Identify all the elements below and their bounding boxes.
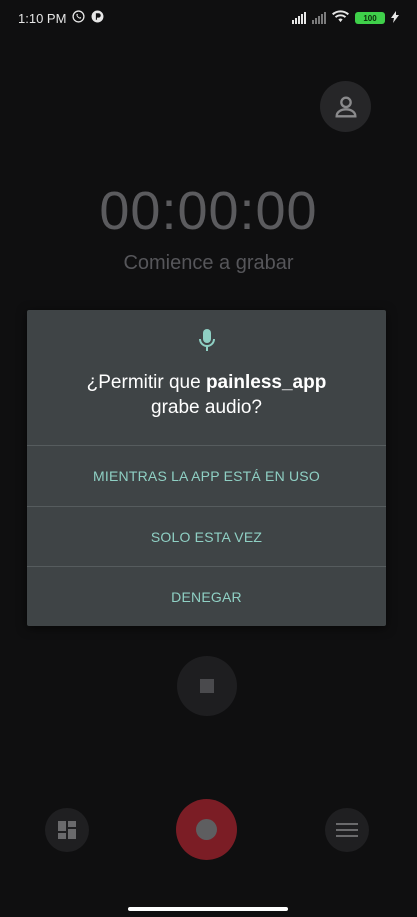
dialog-header [27, 328, 386, 352]
dialog-title: ¿Permitir que painless_app grabe audio? [47, 370, 366, 420]
dialog-title-prefix: ¿Permitir que [86, 372, 206, 393]
recording-timer: 00:00:00 [99, 181, 318, 241]
permission-dialog: ¿Permitir que painless_app grabe audio? … [27, 310, 386, 626]
stop-button[interactable] [177, 656, 237, 716]
home-indicator[interactable] [128, 907, 288, 911]
stop-icon [200, 679, 214, 693]
recording-hint: Comience a grabar [123, 252, 294, 274]
record-button[interactable] [176, 799, 237, 860]
dialog-app-name: painless_app [205, 372, 327, 393]
menu-button[interactable] [325, 808, 369, 852]
allow-once-button[interactable]: SOLO ESTA VEZ [27, 507, 386, 567]
allow-while-using-button[interactable]: MIENTRAS LA APP ESTÁ EN USO [27, 446, 386, 506]
recordings-list-button[interactable] [45, 808, 89, 852]
deny-button[interactable]: DENEGAR [27, 567, 386, 627]
microphone-icon [198, 329, 215, 351]
dialog-title-suffix: grabe audio? [151, 397, 262, 418]
record-icon [196, 819, 217, 840]
menu-icon [336, 823, 358, 837]
profile-button[interactable] [320, 81, 371, 132]
dashboard-icon [58, 821, 76, 839]
person-icon [334, 96, 357, 117]
